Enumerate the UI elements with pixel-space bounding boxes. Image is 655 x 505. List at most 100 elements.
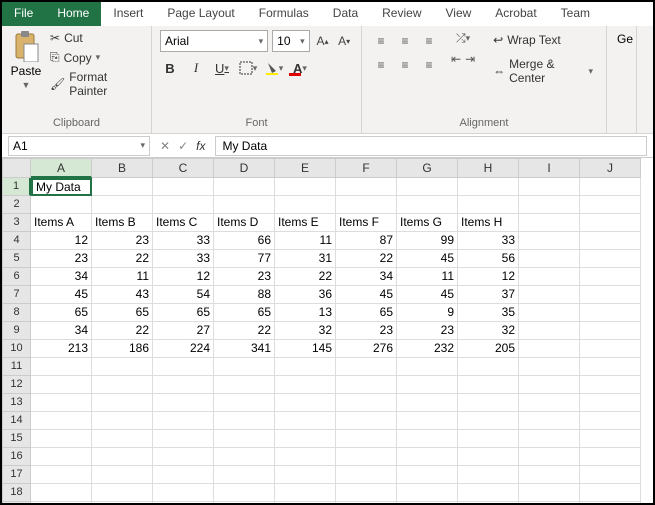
tab-team[interactable]: Team	[549, 2, 602, 26]
cell-A13[interactable]	[31, 394, 92, 412]
cell-D18[interactable]	[214, 484, 275, 502]
cell-G8[interactable]: 9	[397, 304, 458, 322]
cell-I18[interactable]	[519, 484, 580, 502]
column-header-J[interactable]: J	[580, 158, 641, 178]
cell-A1[interactable]: My Data	[31, 178, 92, 196]
cell-I15[interactable]	[519, 430, 580, 448]
cell-A11[interactable]	[31, 358, 92, 376]
cell-J12[interactable]	[580, 376, 641, 394]
cell-I6[interactable]	[519, 268, 580, 286]
cell-J6[interactable]	[580, 268, 641, 286]
row-header-11[interactable]: 11	[2, 358, 31, 376]
cell-E13[interactable]	[275, 394, 336, 412]
cell-C10[interactable]: 224	[153, 340, 214, 358]
cell-B1[interactable]	[92, 178, 153, 196]
cell-E18[interactable]	[275, 484, 336, 502]
cell-J8[interactable]	[580, 304, 641, 322]
cell-I10[interactable]	[519, 340, 580, 358]
cell-D17[interactable]	[214, 466, 275, 484]
cell-I8[interactable]	[519, 304, 580, 322]
cell-I5[interactable]	[519, 250, 580, 268]
cell-D14[interactable]	[214, 412, 275, 430]
cell-I17[interactable]	[519, 466, 580, 484]
cell-H3[interactable]: Items H	[458, 214, 519, 232]
cell-F12[interactable]	[336, 376, 397, 394]
cell-H6[interactable]: 12	[458, 268, 519, 286]
cell-F9[interactable]: 23	[336, 322, 397, 340]
align-middle-button[interactable]: ≡	[394, 30, 416, 52]
cell-E4[interactable]: 11	[275, 232, 336, 250]
row-header-8[interactable]: 8	[2, 304, 31, 322]
cell-B9[interactable]: 22	[92, 322, 153, 340]
cell-H17[interactable]	[458, 466, 519, 484]
cell-I4[interactable]	[519, 232, 580, 250]
cell-C2[interactable]	[153, 196, 214, 214]
cell-D6[interactable]: 23	[214, 268, 275, 286]
cell-E16[interactable]	[275, 448, 336, 466]
cell-G5[interactable]: 45	[397, 250, 458, 268]
cell-G15[interactable]	[397, 430, 458, 448]
cell-I9[interactable]	[519, 322, 580, 340]
cell-H14[interactable]	[458, 412, 519, 430]
cell-H5[interactable]: 56	[458, 250, 519, 268]
cell-E3[interactable]: Items E	[275, 214, 336, 232]
cell-J18[interactable]	[580, 484, 641, 502]
cell-H13[interactable]	[458, 394, 519, 412]
cell-C4[interactable]: 33	[153, 232, 214, 250]
cell-E14[interactable]	[275, 412, 336, 430]
orientation-button[interactable]: ⤮▾	[450, 30, 476, 47]
cell-G4[interactable]: 99	[397, 232, 458, 250]
cell-D10[interactable]: 341	[214, 340, 275, 358]
tab-formulas[interactable]: Formulas	[247, 2, 321, 26]
cell-H18[interactable]	[458, 484, 519, 502]
cell-B6[interactable]: 11	[92, 268, 153, 286]
cell-F18[interactable]	[336, 484, 397, 502]
cell-J13[interactable]	[580, 394, 641, 412]
cell-C15[interactable]	[153, 430, 214, 448]
row-header-9[interactable]: 9	[2, 322, 31, 340]
name-box[interactable]: A1▾	[8, 136, 150, 156]
cell-G19[interactable]	[397, 502, 458, 503]
align-top-button[interactable]: ≡	[370, 30, 392, 52]
cut-button[interactable]: ✂Cut	[48, 30, 143, 46]
column-header-E[interactable]: E	[275, 158, 336, 178]
cell-A7[interactable]: 45	[31, 286, 92, 304]
row-header-14[interactable]: 14	[2, 412, 31, 430]
cell-D5[interactable]: 77	[214, 250, 275, 268]
cell-D1[interactable]	[214, 178, 275, 196]
cell-F13[interactable]	[336, 394, 397, 412]
cell-C13[interactable]	[153, 394, 214, 412]
tab-review[interactable]: Review	[370, 2, 433, 26]
cell-D4[interactable]: 66	[214, 232, 275, 250]
cell-B16[interactable]	[92, 448, 153, 466]
cell-G7[interactable]: 45	[397, 286, 458, 304]
cell-B19[interactable]	[92, 502, 153, 503]
bold-button[interactable]: B	[160, 58, 180, 78]
cell-A5[interactable]: 23	[31, 250, 92, 268]
font-color-button[interactable]: A▾	[290, 58, 310, 78]
column-header-A[interactable]: A	[31, 158, 92, 178]
row-header-6[interactable]: 6	[2, 268, 31, 286]
cell-B5[interactable]: 22	[92, 250, 153, 268]
cell-G3[interactable]: Items G	[397, 214, 458, 232]
cell-C6[interactable]: 12	[153, 268, 214, 286]
cell-B17[interactable]	[92, 466, 153, 484]
cell-F11[interactable]	[336, 358, 397, 376]
cell-E10[interactable]: 145	[275, 340, 336, 358]
cell-G12[interactable]	[397, 376, 458, 394]
cell-B18[interactable]	[92, 484, 153, 502]
cell-B7[interactable]: 43	[92, 286, 153, 304]
cell-E15[interactable]	[275, 430, 336, 448]
column-header-H[interactable]: H	[458, 158, 519, 178]
cell-D3[interactable]: Items D	[214, 214, 275, 232]
cell-A15[interactable]	[31, 430, 92, 448]
fx-icon[interactable]: fx	[196, 139, 205, 153]
border-button[interactable]: ▾	[238, 58, 258, 78]
cell-H19[interactable]	[458, 502, 519, 503]
column-header-F[interactable]: F	[336, 158, 397, 178]
cell-J16[interactable]	[580, 448, 641, 466]
cell-A6[interactable]: 34	[31, 268, 92, 286]
row-header-18[interactable]: 18	[2, 484, 31, 502]
cell-B4[interactable]: 23	[92, 232, 153, 250]
cell-D9[interactable]: 22	[214, 322, 275, 340]
